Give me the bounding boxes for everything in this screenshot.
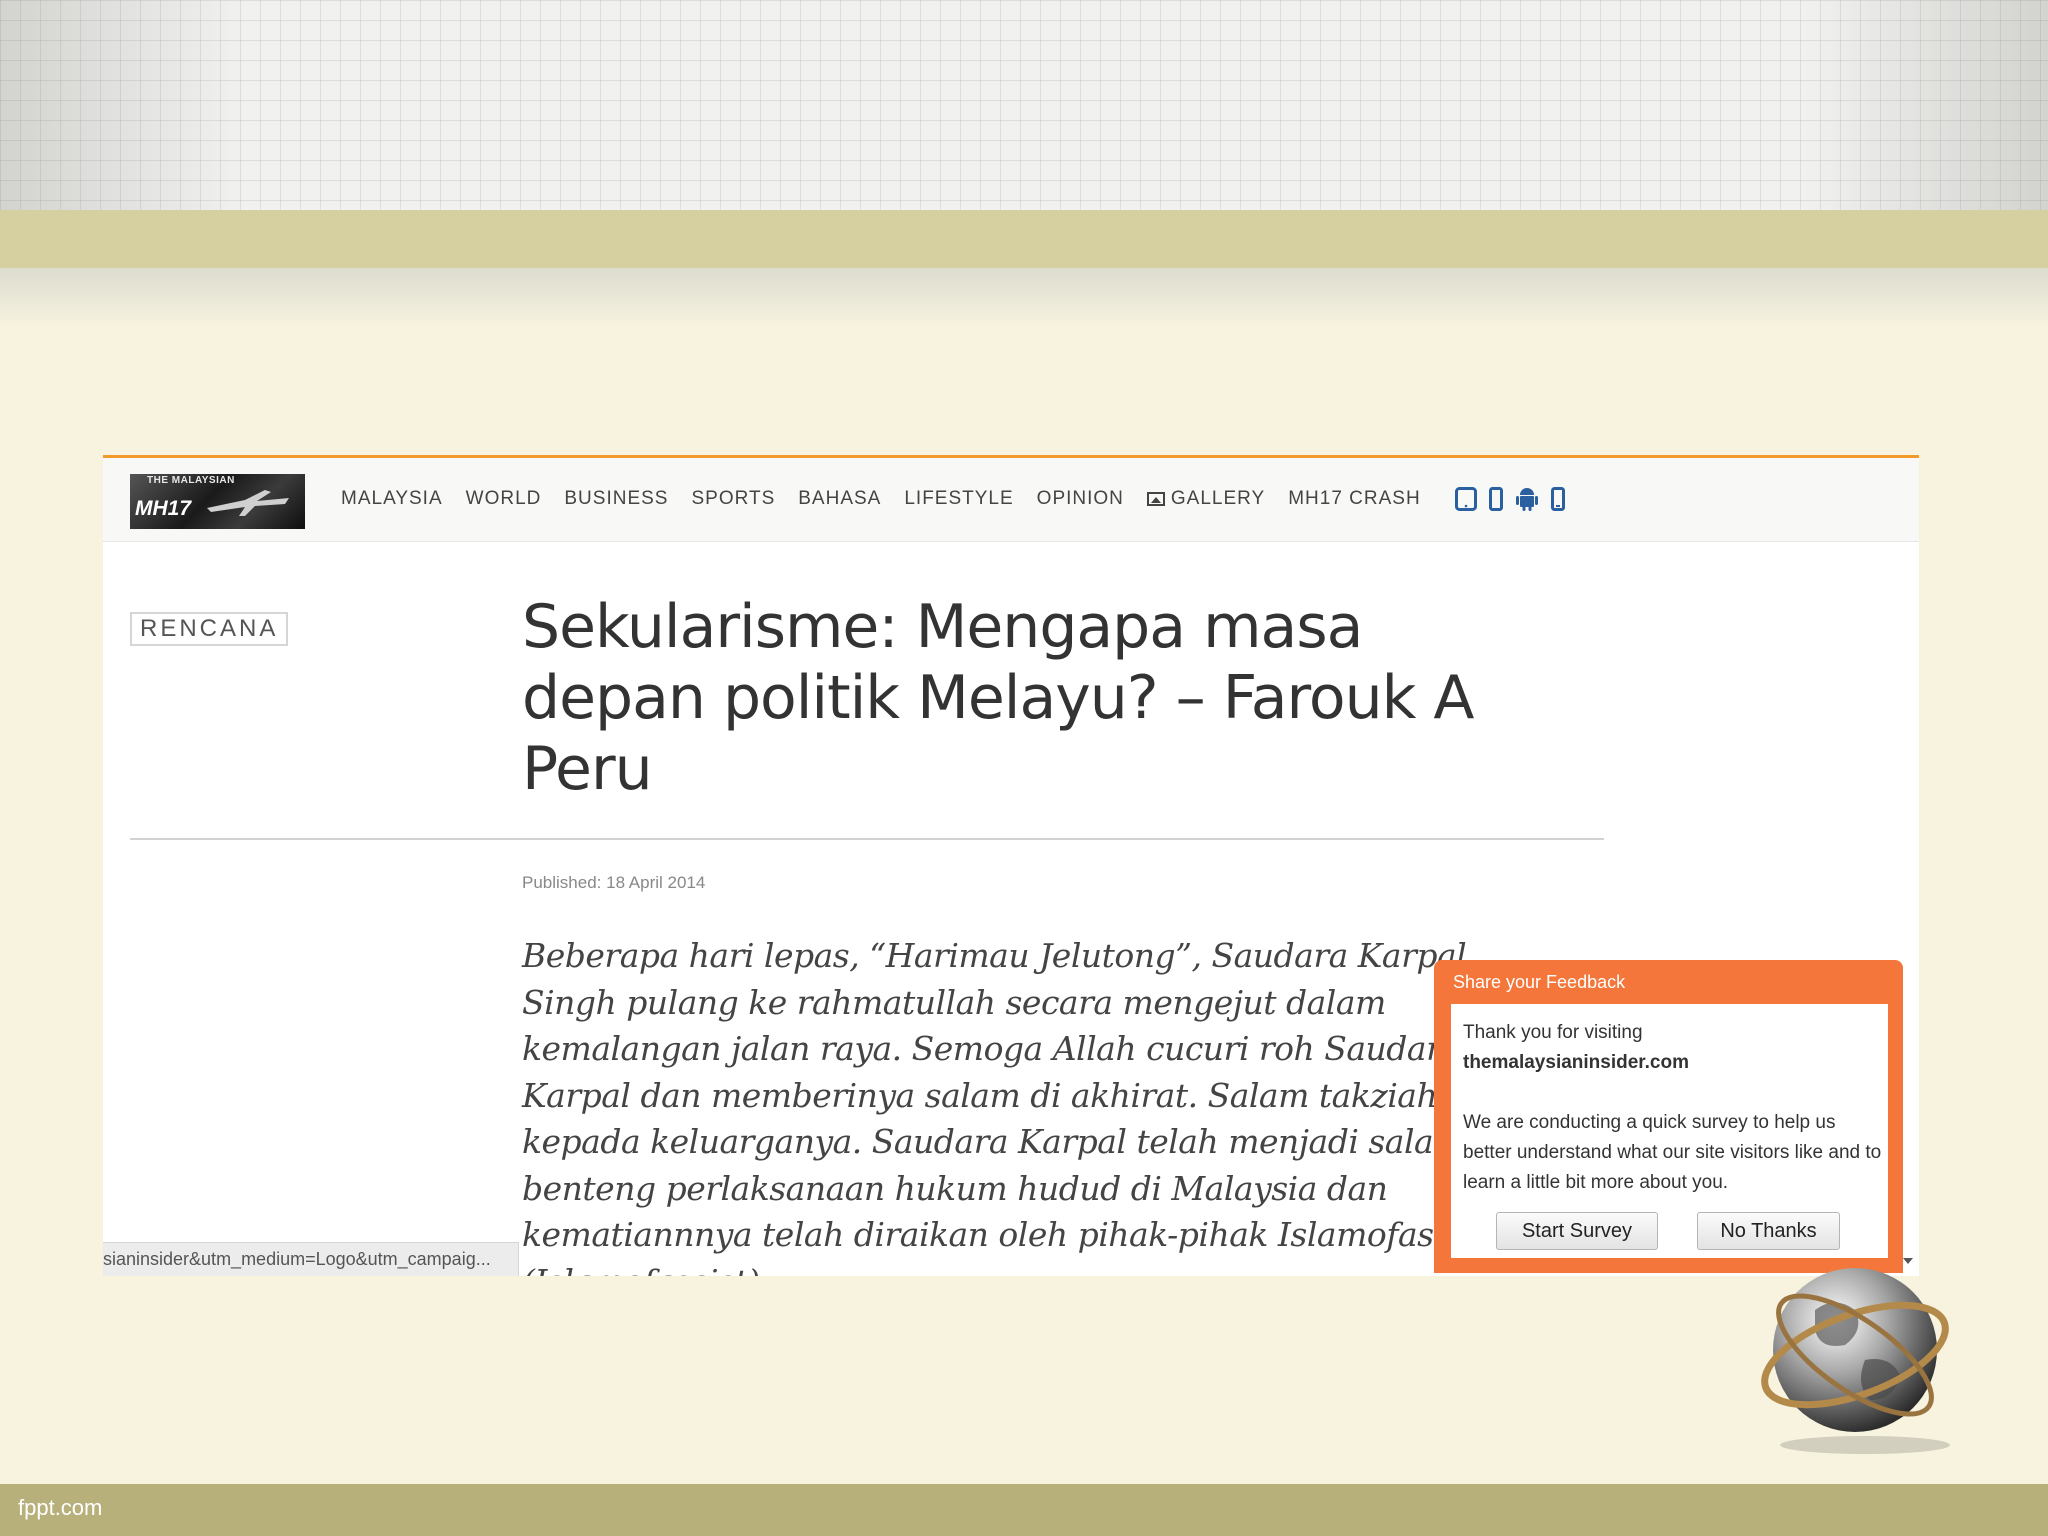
publish-date: Published: 18 April 2014 [522,873,706,892]
title-divider [130,838,1604,840]
slide-header-shadow [0,268,2048,328]
mobile-icon[interactable] [1551,487,1565,511]
article-body: Beberapa hari lepas, “Harimau Jelutong”,… [522,936,1534,1276]
tablet-icon[interactable] [1455,487,1477,511]
slide-footer-band [0,1484,2048,1536]
category-tag[interactable]: RENCANA [130,612,289,646]
slide-header-grid [0,0,2048,210]
slide-header-band [0,210,2048,268]
nav-item-gallery[interactable]: GALLERY [1146,488,1266,510]
globe-icon [1761,1268,1950,1454]
main-nav: MALAYSIA WORLD BUSINESS SPORTS BAHASA LI… [341,488,1421,510]
device-links [1455,486,1565,512]
android-icon[interactable] [1515,486,1539,512]
nav-item-mh17-crash[interactable]: MH17 CRASH [1288,488,1420,510]
nav-item-gallery-label: GALLERY [1170,488,1266,509]
phone-icon[interactable] [1489,487,1503,511]
site-navbar: THE MALAYSIAN MH17 MALAYSIA WORLD BUSINE… [103,458,1919,542]
nav-item-malaysia[interactable]: MALAYSIA [341,488,443,510]
feedback-site-name: themalaysianinsider.com [1463,1052,1689,1073]
nav-item-opinion[interactable]: OPINION [1037,488,1124,510]
slide-footer-text: fppt.com [18,1495,103,1520]
article-title: Sekularisme: Mengapa masa depan politik … [522,592,1474,804]
no-thanks-button[interactable]: No Thanks [1697,1212,1840,1250]
feedback-content: Thank you for visiting themalaysianinsid… [1451,1004,1888,1258]
nav-item-sports[interactable]: SPORTS [691,488,775,510]
feedback-description: We are conducting a quick survey to help… [1463,1112,1882,1193]
feedback-popup: Share your Feedback Thank you for visiti… [1434,960,1903,1273]
logo-top-text: THE MALAYSIAN [147,475,235,486]
logo-main-text: MH17 [135,497,192,520]
feedback-thanks: Thank you for visiting [1463,1022,1643,1043]
plane-icon [207,490,289,516]
image-icon [1146,492,1165,506]
nav-item-lifestyle[interactable]: LIFESTYLE [904,488,1013,510]
start-survey-button[interactable]: Start Survey [1496,1212,1658,1250]
site-logo[interactable]: THE MALAYSIAN MH17 [130,474,305,529]
feedback-title: Share your Feedback [1453,972,1626,992]
status-bar-url: sianinsider&utm_medium=Logo&utm_campaig.… [103,1242,519,1276]
nav-item-business[interactable]: BUSINESS [564,488,668,510]
nav-item-world[interactable]: WORLD [466,488,542,510]
nav-item-bahasa[interactable]: BAHASA [798,488,881,510]
